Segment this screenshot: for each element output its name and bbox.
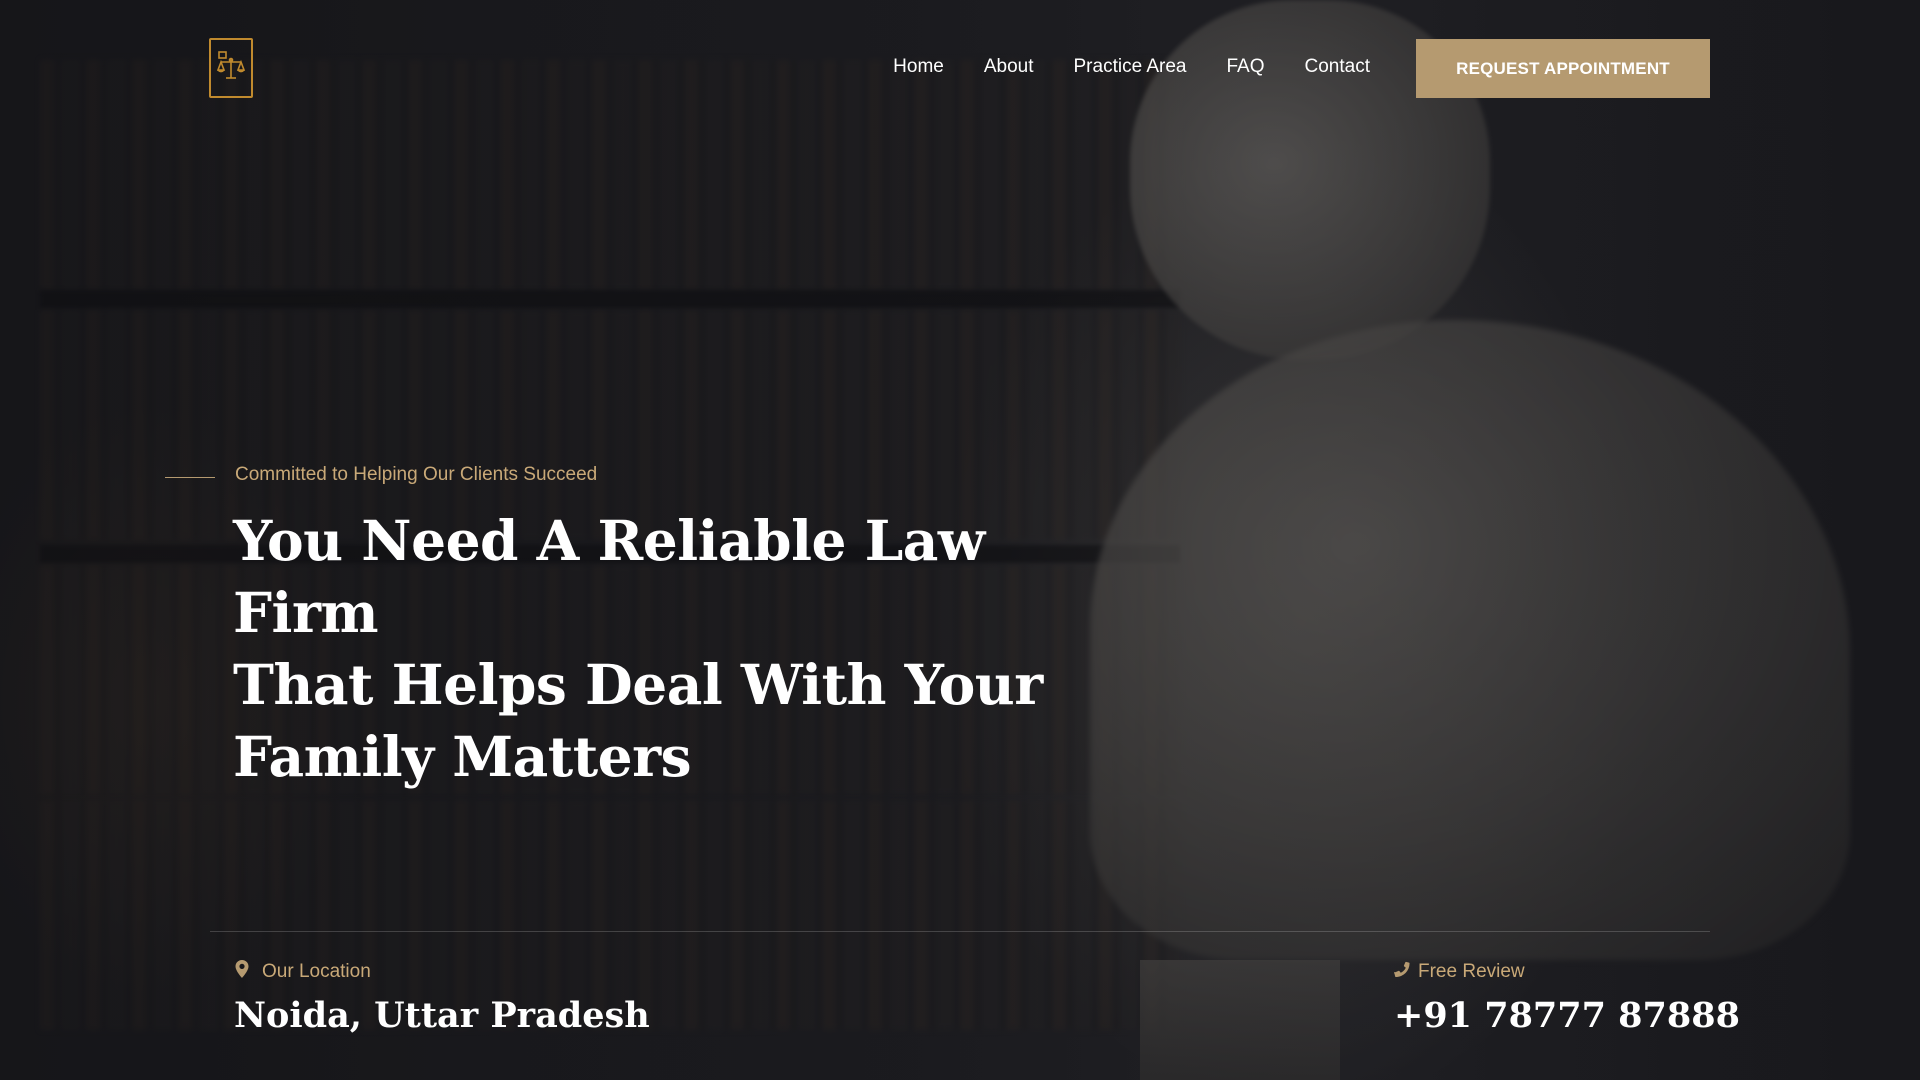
location-value: Noida, Uttar Pradesh [234,995,650,1036]
tagline-divider [165,477,215,478]
nav-practice-area[interactable]: Practice Area [1074,56,1187,78]
map-pin-icon [234,960,250,984]
request-appointment-button[interactable]: REQUEST APPOINTMENT [1416,39,1710,98]
site-logo[interactable] [209,38,253,98]
hero-tagline: Committed to Helping Our Clients Succeed [235,464,598,485]
scales-of-justice-icon [216,50,246,86]
nav-home[interactable]: Home [893,56,944,78]
location-label-row: Our Location [234,960,371,984]
phone-icon [1394,960,1410,984]
info-divider [210,931,1710,932]
location-label: Our Location [262,961,371,982]
hero-headline: You Need A Reliable Law Firm That Helps … [233,505,1113,793]
review-label: Free Review [1418,961,1525,982]
nav-contact[interactable]: Contact [1305,56,1370,78]
headline-line: That Helps Deal With Your [233,652,1043,717]
review-label-row: Free Review [1394,960,1525,984]
headline-line: You Need A Reliable Law Firm [233,508,985,645]
main-nav: Home About Practice Area FAQ Contact [893,56,1370,78]
hero-section: Home About Practice Area FAQ Contact REQ… [0,0,1920,1080]
nav-faq[interactable]: FAQ [1227,56,1265,78]
nav-about[interactable]: About [984,56,1034,78]
phone-number-link[interactable]: +91 78777 87888 [1394,995,1740,1036]
headline-line: Family Matters [233,724,692,789]
